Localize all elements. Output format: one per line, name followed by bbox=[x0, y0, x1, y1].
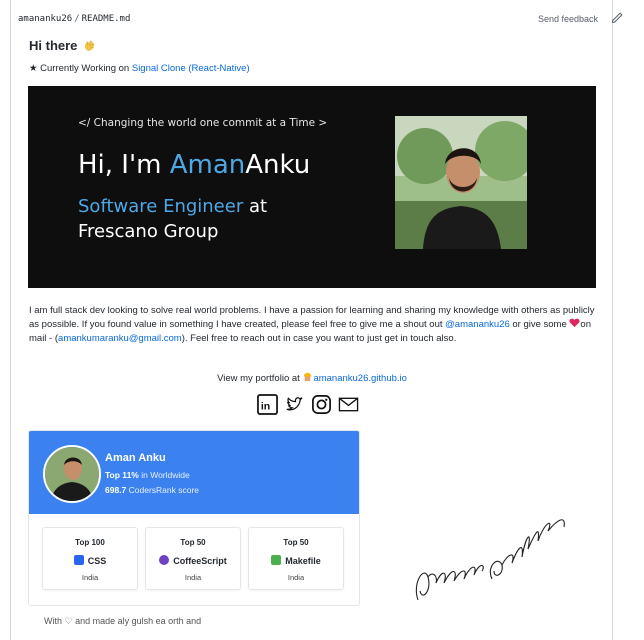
title-text: Hi there bbox=[29, 38, 78, 53]
portfolio-link[interactable]: amananku26.github.io bbox=[313, 373, 407, 384]
about-text-2: or give some bbox=[509, 319, 570, 330]
badge-makefile: Top 50 Makefile India bbox=[248, 527, 344, 590]
send-feedback-button[interactable]: Send feedback bbox=[538, 14, 598, 24]
codersrank-score-label: CodersRank score bbox=[126, 485, 200, 495]
badge-css: Top 100 CSS India bbox=[42, 527, 138, 590]
breadcrumb: amananku26/README.md bbox=[18, 14, 130, 24]
instagram-icon[interactable] bbox=[311, 394, 332, 415]
banner-name-last: Anku bbox=[245, 150, 311, 180]
file-header: amananku26/README.md Send feedback bbox=[18, 10, 626, 30]
badge-lang-name: CoffeeScript bbox=[173, 556, 227, 566]
signature-image bbox=[415, 519, 565, 601]
badge-lang: CSS bbox=[43, 555, 137, 566]
svg-text:in: in bbox=[261, 400, 270, 412]
signal-clone-link[interactable]: Signal Clone (React-Native) bbox=[132, 63, 250, 74]
codersrank-header: Aman Anku Top 11% in Worldwide 698.7 Cod… bbox=[29, 431, 359, 514]
working-prefix: ★ Currently Working on bbox=[29, 63, 130, 74]
banner-role: Software Engineer at Frescano Group bbox=[78, 194, 267, 244]
badge-rank: Top 50 bbox=[283, 538, 309, 547]
coffeescript-icon bbox=[159, 555, 170, 565]
profile-banner: </ Changing the world one commit at a Ti… bbox=[28, 86, 596, 288]
badge-location: India bbox=[184, 573, 202, 582]
breadcrumb-separator: / bbox=[74, 14, 80, 24]
repo-owner-link[interactable]: amananku26 bbox=[18, 14, 72, 24]
banner-tagline: </ Changing the world one commit at a Ti… bbox=[78, 117, 328, 129]
avatar bbox=[43, 445, 101, 503]
codersrank-name: Aman Anku bbox=[105, 452, 166, 464]
banner-role-title: Software Engineer bbox=[78, 196, 244, 217]
codersrank-widget[interactable]: Aman Anku Top 11% in Worldwide 698.7 Cod… bbox=[28, 430, 360, 606]
about-paragraph: I am full stack dev looking to solve rea… bbox=[29, 304, 595, 346]
portfolio-line: View my portfolio at amananku26.github.i… bbox=[0, 371, 624, 384]
construction-worker-icon bbox=[304, 372, 312, 382]
badge-lang-name: Makefile bbox=[285, 556, 321, 566]
twitter-handle-link[interactable]: @amananku26 bbox=[445, 319, 510, 330]
badge-lang: Makefile bbox=[249, 555, 343, 566]
mail-icon[interactable] bbox=[338, 394, 359, 415]
badge-rank: Top 50 bbox=[180, 538, 206, 547]
codersrank-score-value: 698.7 bbox=[105, 485, 127, 495]
linkedin-icon[interactable]: in bbox=[257, 394, 278, 415]
page-title: Hi there bbox=[29, 38, 97, 53]
badge-coffeescript: Top 50 CoffeeScript India bbox=[145, 527, 241, 590]
waving-hand-icon bbox=[85, 40, 95, 51]
banner-greeting: Hi, I'm AmanAnku bbox=[78, 150, 310, 180]
badge-rank: Top 100 bbox=[75, 538, 105, 547]
codersrank-scope: in Worldwide bbox=[138, 470, 190, 480]
file-name: README.md bbox=[81, 14, 131, 24]
about-text-4: ). Feel free to reach out in case you wa… bbox=[181, 333, 457, 344]
codersrank-top-pct: Top 11% bbox=[105, 470, 139, 480]
social-icons: in bbox=[257, 394, 365, 420]
banner-at: at bbox=[243, 196, 268, 217]
twitter-icon[interactable] bbox=[284, 394, 305, 415]
currently-working: ★ Currently Working on Signal Clone (Rea… bbox=[29, 63, 250, 74]
badge-lang: CoffeeScript bbox=[146, 555, 240, 566]
css-icon bbox=[73, 555, 84, 565]
codersrank-score: 698.7 CodersRank score bbox=[105, 485, 199, 495]
codersrank-rank: Top 11% in Worldwide bbox=[105, 470, 190, 480]
edit-pencil-icon[interactable] bbox=[610, 11, 624, 25]
banner-name-first: Aman bbox=[169, 150, 246, 180]
makefile-icon bbox=[271, 555, 282, 565]
profile-photo bbox=[395, 116, 527, 249]
badge-location: India bbox=[287, 573, 305, 582]
banner-hi: Hi, I'm bbox=[78, 150, 170, 180]
heart-icon bbox=[569, 318, 580, 328]
portfolio-prefix: View my portfolio at bbox=[217, 373, 300, 384]
badge-location: India bbox=[81, 573, 99, 582]
badge-lang-name: CSS bbox=[87, 556, 107, 566]
banner-company: Frescano Group bbox=[78, 221, 219, 242]
email-link[interactable]: amankumaranku@gmail.com bbox=[58, 333, 182, 344]
